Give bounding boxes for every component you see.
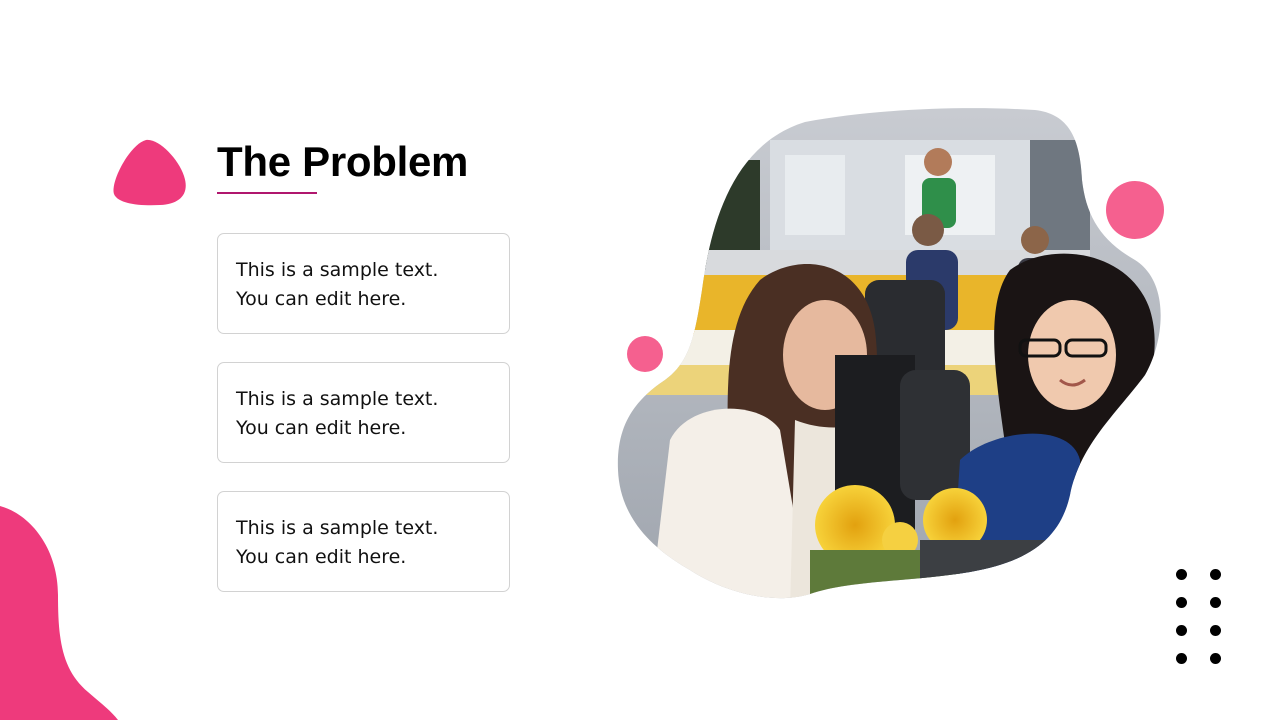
decorative-dot [1176, 625, 1187, 636]
card-line-2: You can edit here. [236, 546, 407, 568]
text-card-3[interactable]: This is a sample text. You can edit here… [217, 491, 510, 592]
page-title: The Problem [217, 138, 469, 185]
decorative-dot [1210, 597, 1221, 608]
card-text: This is a sample text. You can edit here… [236, 385, 438, 443]
card-text: This is a sample text. You can edit here… [236, 514, 438, 572]
decorative-dot [1176, 653, 1187, 664]
corner-blob-decoration [0, 506, 118, 720]
card-line-1: This is a sample text. [236, 388, 439, 410]
decorative-dot [1210, 653, 1221, 664]
decorative-dot [1176, 597, 1187, 608]
title-underline [217, 192, 317, 194]
pink-circle-small [627, 336, 663, 372]
pink-circle-large [1106, 181, 1164, 239]
text-card-1[interactable]: This is a sample text. You can edit here… [217, 233, 510, 334]
slide: The Problem This is a sample text. You c… [0, 0, 1280, 720]
title-blob-decoration [113, 139, 186, 206]
card-line-2: You can edit here. [236, 417, 407, 439]
card-line-1: This is a sample text. [236, 259, 439, 281]
decorative-dot [1176, 569, 1187, 580]
card-line-1: This is a sample text. [236, 517, 439, 539]
card-line-2: You can edit here. [236, 288, 407, 310]
decorative-dot [1210, 625, 1221, 636]
decorative-dot [1210, 569, 1221, 580]
text-card-2[interactable]: This is a sample text. You can edit here… [217, 362, 510, 463]
card-text: This is a sample text. You can edit here… [236, 256, 438, 314]
office-photo [617, 108, 1161, 599]
